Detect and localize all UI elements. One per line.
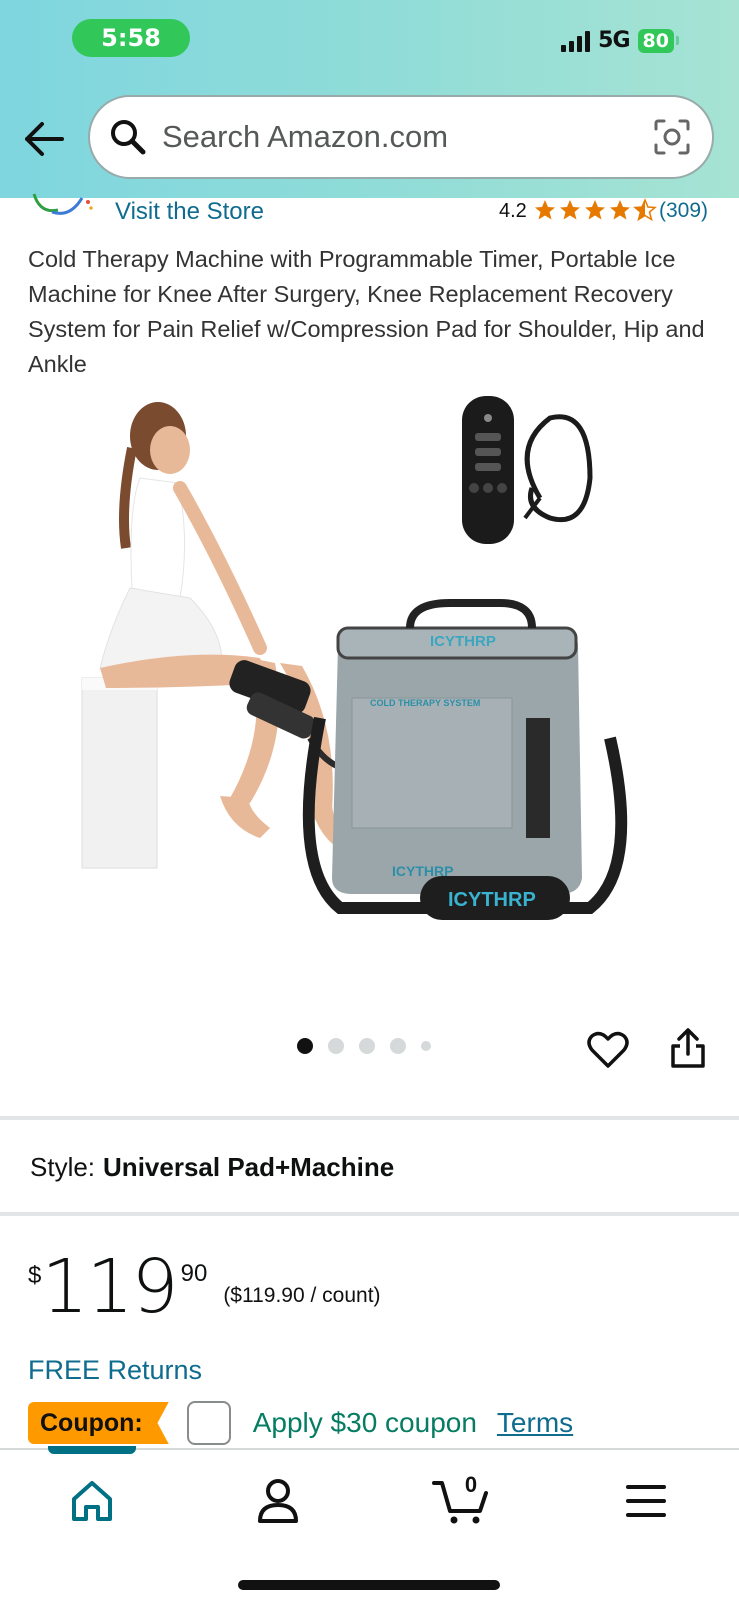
strap-brand: ICYTHRP — [448, 889, 536, 911]
bag-panel-title: COLD THERAPY SYSTEM — [370, 698, 480, 708]
image-pagination[interactable] — [297, 1038, 431, 1054]
star-half-icon — [633, 198, 657, 222]
search-icon — [111, 120, 146, 155]
menu-icon[interactable] — [620, 1475, 672, 1527]
price-symbol: $ — [28, 1262, 42, 1289]
share-icon[interactable] — [668, 1026, 708, 1070]
divider — [0, 1212, 739, 1216]
visit-store-link[interactable]: Visit the Store — [115, 198, 264, 226]
coupon-terms-link[interactable]: Terms — [497, 1407, 573, 1439]
store-rating-row: Visit the Store 4.2 (309) — [0, 193, 739, 228]
star-full-icon — [585, 200, 605, 220]
pagination-dot-active[interactable] — [297, 1038, 313, 1054]
home-indicator — [238, 1580, 500, 1590]
price-whole: 119 — [41, 1244, 178, 1330]
product-image[interactable]: ICYTHRP COLD THERAPY SYSTEM ICYTHRP ICYT… — [70, 388, 670, 948]
product-title: Cold Therapy Machine with Programmable T… — [28, 246, 705, 377]
bottom-nav: 0 — [0, 1446, 739, 1600]
apply-coupon-text[interactable]: Apply $30 coupon — [253, 1407, 477, 1439]
search-input[interactable]: Search Amazon.com — [162, 119, 652, 155]
style-label: Style: — [30, 1152, 96, 1182]
battery-icon: 80 — [637, 28, 674, 53]
status-time: 5:58 — [72, 19, 190, 57]
battery-tip — [676, 36, 679, 45]
network-type: 5G — [598, 28, 630, 53]
star-full-icon — [610, 200, 630, 220]
signal-icon — [561, 30, 591, 52]
price-fraction: 90 — [180, 1260, 208, 1287]
coupon-row: Coupon: Apply $30 coupon Terms — [28, 1398, 573, 1448]
nav-active-indicator — [48, 1446, 136, 1454]
free-returns-link[interactable]: FREE Returns — [28, 1355, 202, 1386]
heart-icon[interactable] — [586, 1030, 630, 1070]
coupon-checkbox[interactable] — [186, 1401, 231, 1445]
style-value: Universal Pad+Machine — [103, 1152, 395, 1182]
pagination-dot[interactable] — [359, 1038, 375, 1054]
coupon-badge: Coupon: — [28, 1402, 169, 1444]
star-full-icon — [560, 200, 580, 220]
search-bar[interactable]: Search Amazon.com — [88, 95, 714, 179]
style-row[interactable]: Style: Universal Pad+Machine — [30, 1152, 394, 1183]
home-icon[interactable] — [66, 1475, 118, 1527]
back-arrow-icon[interactable] — [22, 118, 66, 162]
top-header: 5:58 5G 80 Search Amazon.com — [0, 0, 739, 198]
rating-stars[interactable] — [533, 198, 657, 222]
price-block: $ 119 90 ($119.90 / count) — [28, 1250, 381, 1324]
status-indicators: 5G 80 — [561, 28, 679, 53]
camera-search-icon[interactable] — [652, 117, 692, 157]
rating-value: 4.2 — [499, 200, 527, 222]
store-logo-icon[interactable] — [30, 192, 96, 222]
pagination-dot[interactable] — [421, 1041, 431, 1051]
pagination-dot[interactable] — [328, 1038, 344, 1054]
unit-price: ($119.90 / count) — [223, 1284, 381, 1307]
bag-top-brand: ICYTHRP — [430, 633, 496, 650]
pagination-dot[interactable] — [390, 1038, 406, 1054]
cart-count: 0 — [464, 1472, 478, 1497]
review-count[interactable]: (309) — [659, 199, 708, 223]
divider — [0, 1116, 739, 1120]
star-full-icon — [535, 200, 555, 220]
account-icon[interactable] — [252, 1475, 304, 1527]
